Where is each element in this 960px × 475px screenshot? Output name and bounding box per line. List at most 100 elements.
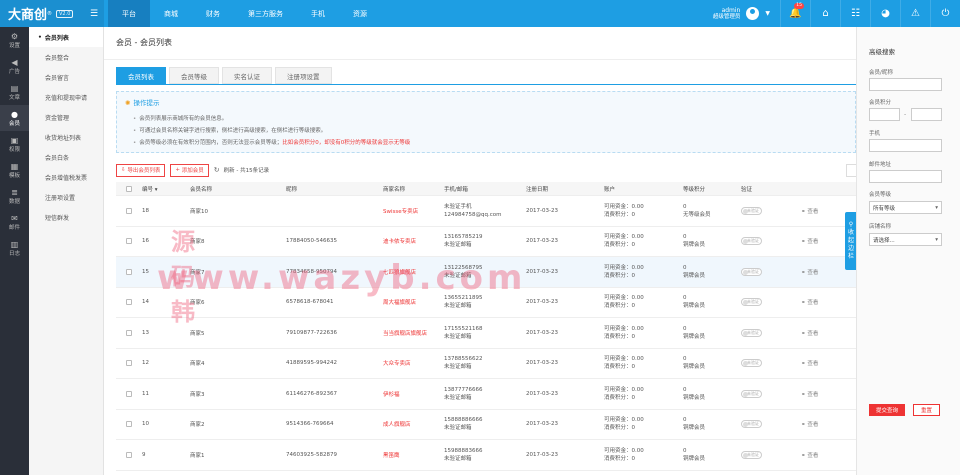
verify-toggle[interactable]: 未验证 bbox=[741, 206, 762, 215]
row-checkbox[interactable] bbox=[126, 421, 132, 428]
select-all-checkbox[interactable] bbox=[126, 185, 132, 192]
view-link[interactable]: 查看 bbox=[807, 392, 818, 398]
row-checkbox[interactable] bbox=[126, 238, 132, 245]
cell-shop-link[interactable]: 大众专卖店 bbox=[383, 359, 444, 367]
view-link[interactable]: 查看 bbox=[807, 361, 818, 367]
column-toggle-button[interactable] bbox=[846, 163, 856, 177]
row-checkbox[interactable] bbox=[126, 451, 132, 458]
verify-toggle[interactable]: 未验证 bbox=[741, 450, 762, 459]
email-input[interactable] bbox=[869, 170, 942, 183]
leftbar-item-templates[interactable]: ▦ 模板 bbox=[0, 157, 29, 183]
logo[interactable]: 大商创 ® V2.0 bbox=[0, 0, 104, 27]
cell-shop-link[interactable]: 当当旗舰店旗舰店 bbox=[383, 329, 444, 337]
submit-search-button[interactable]: 提交查询 bbox=[869, 404, 905, 416]
home-icon[interactable]: ⌂ bbox=[810, 0, 840, 27]
verify-toggle[interactable]: 未验证 bbox=[741, 298, 762, 307]
points-min-input[interactable] bbox=[869, 108, 900, 121]
tab-real-name[interactable]: 实名认证 bbox=[222, 67, 272, 84]
verify-toggle[interactable]: 未验证 bbox=[741, 237, 762, 246]
row-checkbox[interactable] bbox=[126, 390, 132, 397]
subnav-item-recharge[interactable]: 充值和提现申请 bbox=[29, 87, 103, 107]
leftbar-item-logs[interactable]: ▥ 日志 bbox=[0, 235, 29, 261]
topnav-item-third-party[interactable]: 第三方服务 bbox=[234, 0, 297, 27]
points-max-input[interactable] bbox=[911, 108, 942, 121]
phone-input[interactable] bbox=[869, 139, 942, 152]
topnav-item-resources[interactable]: 资源 bbox=[339, 0, 381, 27]
verify-toggle[interactable]: 未验证 bbox=[741, 359, 762, 368]
leftbar-item-ads[interactable]: ◀ 广告 bbox=[0, 53, 29, 79]
subnav-item-register-fields[interactable]: 注册项设置 bbox=[29, 187, 103, 207]
tab-register-fields[interactable]: 注册项设置 bbox=[275, 67, 332, 84]
add-member-button[interactable]: + 添加会员 bbox=[170, 163, 209, 177]
table-row[interactable]: 13 商家5 79109877-722636 当当旗舰店旗舰店 17155521168 未… bbox=[116, 318, 856, 349]
topnav-item-finance[interactable]: 财务 bbox=[192, 0, 234, 27]
refresh-icon[interactable]: ↻ bbox=[214, 166, 220, 174]
menu-toggle-icon[interactable]: ☰ bbox=[90, 9, 102, 19]
shop-select[interactable]: 请选择... bbox=[869, 233, 942, 246]
topnav-item-mobile[interactable]: 手机 bbox=[297, 0, 339, 27]
subnav-item-member-list[interactable]: 会员列表 bbox=[29, 27, 103, 47]
view-link[interactable]: 查看 bbox=[807, 453, 818, 459]
palette-icon[interactable]: ◕ bbox=[870, 0, 900, 27]
subnav-item-sms[interactable]: 短信群发 bbox=[29, 207, 103, 227]
topnav-item-mall[interactable]: 商城 bbox=[150, 0, 192, 27]
cell-shop-link[interactable]: 周大福旗舰店 bbox=[383, 298, 444, 306]
verify-toggle[interactable]: 未验证 bbox=[741, 389, 762, 398]
table-row[interactable]: 10 商家2 9514366-769664 成人旗舰店 15888886666 未验证邮箱… bbox=[116, 410, 856, 440]
table-row[interactable]: 11 商家3 61146276-892367 伊杉福 13877776666 未验证邮箱 2… bbox=[116, 379, 856, 410]
subnav-item-addresses[interactable]: 收货地址列表 bbox=[29, 127, 103, 147]
cell-shop-link[interactable]: 伊杉福 bbox=[383, 390, 444, 398]
subnav-item-member-integration[interactable]: 会员整合 bbox=[29, 47, 103, 67]
verify-toggle[interactable]: 未验证 bbox=[741, 267, 762, 276]
tab-member-list[interactable]: 会员列表 bbox=[116, 67, 166, 84]
view-link[interactable]: 查看 bbox=[807, 209, 818, 215]
cell-shop-link[interactable]: Swisse专卖店 bbox=[383, 207, 444, 215]
table-row[interactable]: 9 商家1 74603925-582879 黑笛鹰 15988883666 未验证邮箱 20… bbox=[116, 440, 856, 471]
table-row[interactable]: 15 商家7 77834658-950794 七匹狼旗舰店 13122568795 未验证… bbox=[116, 257, 856, 288]
cell-shop-link[interactable]: 七匹狼旗舰店 bbox=[383, 268, 444, 276]
view-link[interactable]: 查看 bbox=[807, 331, 818, 337]
row-checkbox[interactable] bbox=[126, 299, 132, 306]
user-info[interactable]: admin 超级管理员 bbox=[713, 7, 741, 21]
subnav-item-credit[interactable]: 会员白条 bbox=[29, 147, 103, 167]
sitemap-icon[interactable]: ☷ bbox=[840, 0, 870, 27]
row-checkbox[interactable] bbox=[126, 329, 132, 336]
header-id[interactable]: 编号 ▾ bbox=[134, 185, 190, 193]
leftbar-item-members[interactable]: ● 会员 bbox=[0, 105, 29, 131]
subnav-item-invoice[interactable]: 会员增值税发票 bbox=[29, 167, 103, 187]
export-button[interactable]: ⇩ 导出会员列表 bbox=[116, 163, 166, 177]
avatar[interactable] bbox=[746, 7, 760, 20]
table-row[interactable]: 16 商家8 17884050-546635 迪卡侬专卖店 13165785219 未验证… bbox=[116, 227, 856, 257]
table-row[interactable]: 12 商家4 41889595-994242 大众专卖店 13788556622 未验证邮… bbox=[116, 349, 856, 379]
leftbar-item-permissions[interactable]: ▣ 权限 bbox=[0, 131, 29, 157]
name-input[interactable] bbox=[869, 78, 942, 91]
leftbar-item-mail[interactable]: ✉ 邮件 bbox=[0, 209, 29, 235]
table-row[interactable]: 14 商家6 6578618-678041 周大福旗舰店 13655211895 未验证邮… bbox=[116, 288, 856, 318]
table-row[interactable]: 18 商家10 Swisse专卖店 未验证手机 124984758@qq.com 2017… bbox=[116, 196, 856, 227]
level-select[interactable]: 所有等级 bbox=[869, 201, 942, 214]
leftbar-item-settings[interactable]: ⚙ 设置 bbox=[0, 27, 29, 53]
row-checkbox[interactable] bbox=[126, 360, 132, 367]
power-icon[interactable]: ⏻ bbox=[930, 0, 960, 27]
view-link[interactable]: 查看 bbox=[807, 422, 818, 428]
chevron-down-icon[interactable]: ▼ bbox=[765, 10, 770, 17]
tab-member-levels[interactable]: 会员等级 bbox=[169, 67, 219, 84]
verify-toggle[interactable]: 未验证 bbox=[741, 328, 762, 337]
view-link[interactable]: 查看 bbox=[807, 239, 818, 245]
row-checkbox[interactable] bbox=[126, 268, 132, 275]
cell-shop-link[interactable]: 成人旗舰店 bbox=[383, 420, 444, 428]
leftbar-item-data[interactable]: ≣ 数据 bbox=[0, 183, 29, 209]
refresh-text[interactable]: 刷新 - 共15条记录 bbox=[224, 166, 269, 174]
topnav-item-platform[interactable]: 平台 bbox=[108, 0, 150, 27]
bell-icon[interactable]: 🔔 15 bbox=[780, 0, 810, 27]
leftbar-item-articles[interactable]: ▤ 文章 bbox=[0, 79, 29, 105]
subnav-item-funds[interactable]: 资金管理 bbox=[29, 107, 103, 127]
broom-icon[interactable]: ⚠ bbox=[900, 0, 930, 27]
cell-shop-link[interactable]: 黑笛鹰 bbox=[383, 451, 444, 459]
row-checkbox[interactable] bbox=[126, 207, 132, 214]
view-link[interactable]: 查看 bbox=[807, 270, 818, 276]
subnav-item-member-messages[interactable]: 会员留言 bbox=[29, 67, 103, 87]
verify-toggle[interactable]: 未验证 bbox=[741, 420, 762, 429]
reset-button[interactable]: 重置 bbox=[913, 404, 940, 416]
view-link[interactable]: 查看 bbox=[807, 300, 818, 306]
